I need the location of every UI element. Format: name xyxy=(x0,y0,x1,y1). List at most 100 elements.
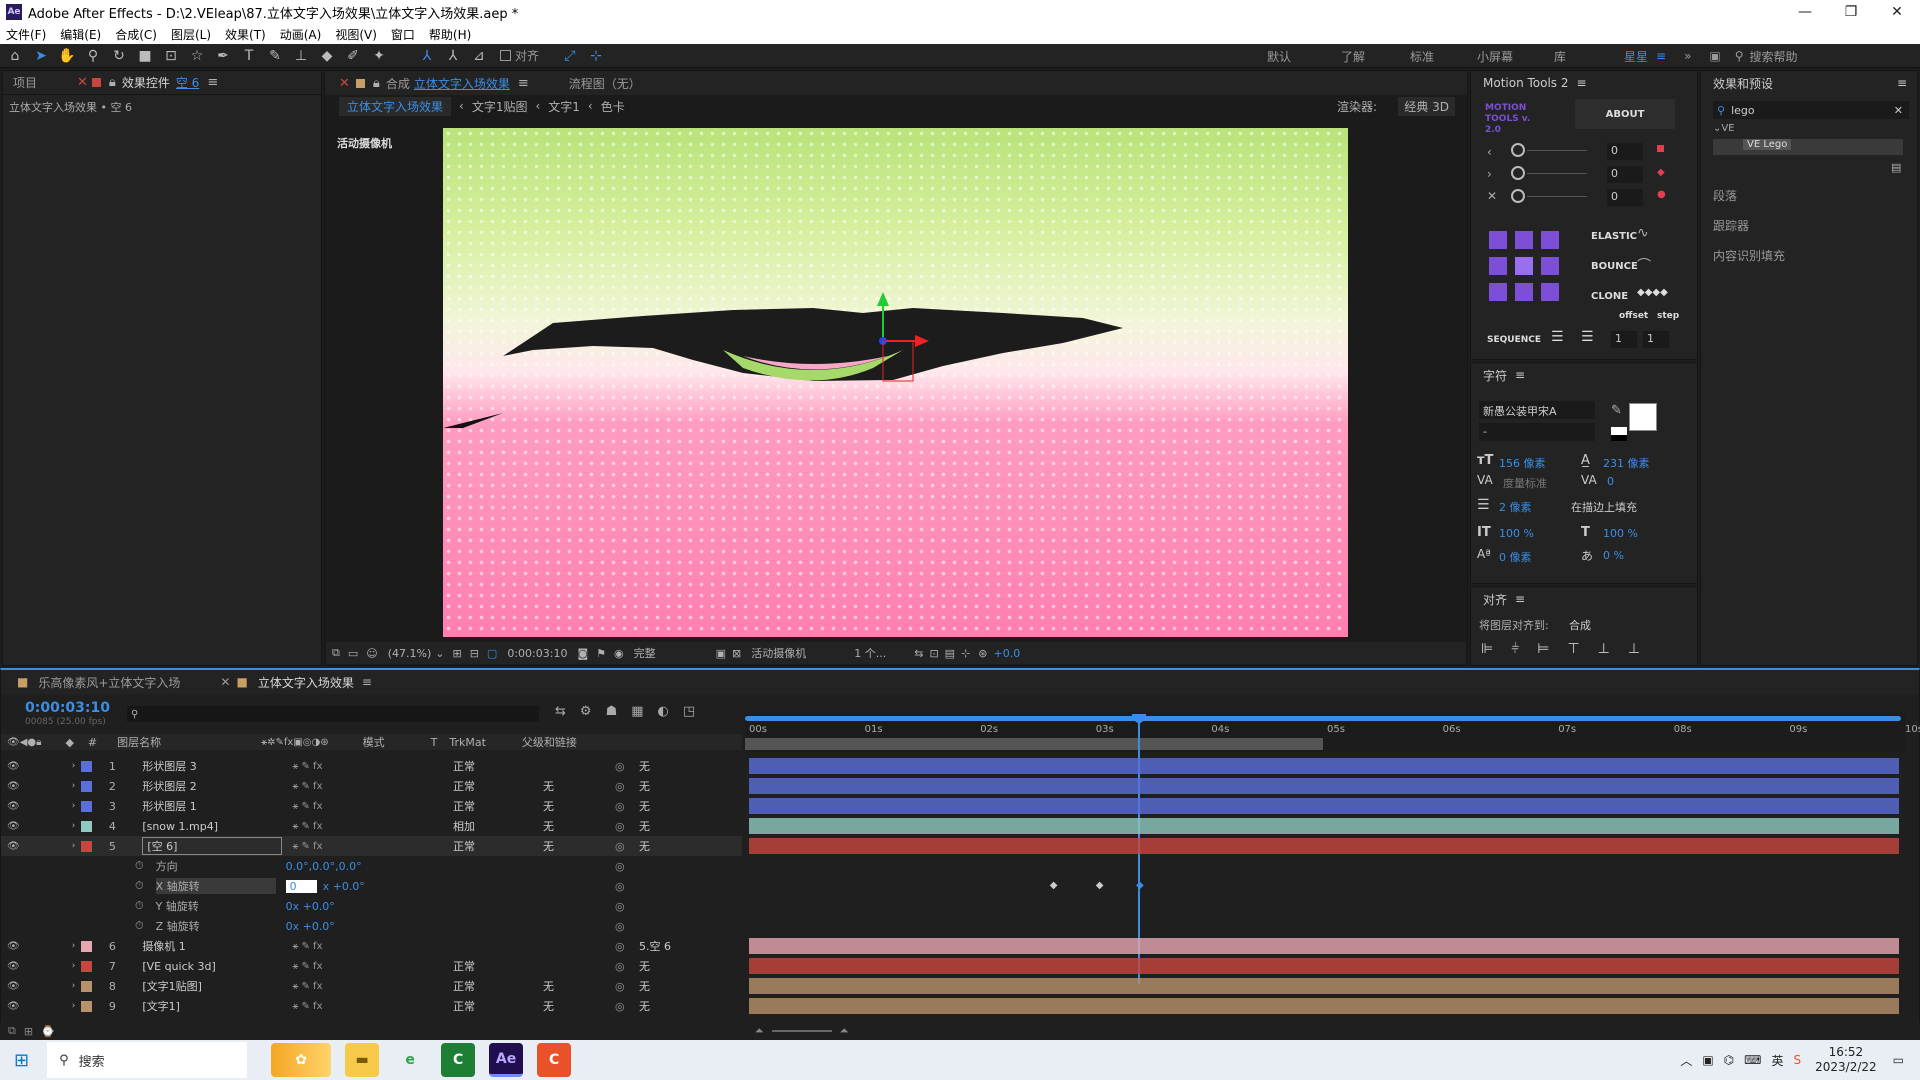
exposure-value[interactable]: +0.0 xyxy=(994,647,1021,660)
pickwhip-icon[interactable]: ◎ xyxy=(615,760,625,773)
about-button[interactable]: ABOUT xyxy=(1575,99,1675,129)
visibility-eye-icon[interactable]: 👁︎ xyxy=(7,821,20,832)
parent-select[interactable]: 无 xyxy=(639,798,650,814)
anchor-cell[interactable] xyxy=(1541,257,1559,275)
stopwatch-icon[interactable]: ⏱ xyxy=(135,859,144,873)
layer-switches[interactable]: ⚹ ✎ fx xyxy=(292,981,322,992)
frame-blending-icon[interactable]: ▦ xyxy=(631,704,643,719)
grid-icon[interactable]: ⊟ xyxy=(470,647,479,660)
align-to-select[interactable]: 合成 xyxy=(1569,617,1591,633)
renderer-select[interactable]: 经典 3D xyxy=(1398,96,1455,116)
crumb-text-map[interactable]: 文字1贴图 xyxy=(472,98,528,115)
workspace-default[interactable]: 默认 xyxy=(1238,48,1320,65)
anchor-cell[interactable] xyxy=(1515,257,1533,275)
panel-menu-icon[interactable]: ≡ xyxy=(1577,76,1587,90)
clear-search-icon[interactable]: ✕ xyxy=(1894,104,1903,117)
property-value[interactable]: 0 xyxy=(285,879,317,893)
close-tab-icon[interactable]: ✕ xyxy=(220,675,230,689)
visibility-eye-icon[interactable]: 👁︎ xyxy=(7,961,20,972)
eraser-tool-icon[interactable]: ◆ xyxy=(316,45,338,67)
track-matte-select[interactable]: 无 xyxy=(543,778,554,794)
property-value[interactable]: 0x +0.0° xyxy=(286,900,335,913)
puppet-tool-icon[interactable]: ✦ xyxy=(368,45,390,67)
parent-select[interactable]: 无 xyxy=(639,778,650,794)
visibility-eye-icon[interactable]: 👁︎ xyxy=(7,941,20,952)
search-help-input[interactable]: 搜索帮助 xyxy=(1750,48,1798,65)
crumb-swatch[interactable]: 色卡 xyxy=(601,98,625,115)
camera-tool-icon[interactable]: ■ xyxy=(134,45,156,67)
blend-mode-select[interactable]: 正常 xyxy=(453,758,475,774)
expand-arrow-icon[interactable]: › xyxy=(72,821,76,831)
browser-icon[interactable]: e xyxy=(393,1043,427,1077)
lock-icon[interactable]: 🔒︎ xyxy=(373,76,380,91)
parent-select[interactable]: 无 xyxy=(639,818,650,834)
property-row[interactable]: ⏱ Y 轴旋转 0x +0.0° ◎ xyxy=(1,896,742,916)
layer-name[interactable]: [VE quick 3d] xyxy=(142,960,282,973)
flowchart-icon[interactable]: ⊹ xyxy=(961,647,970,660)
menu-effect[interactable]: 效果(T) xyxy=(225,26,266,43)
font-style-select[interactable]: - xyxy=(1479,423,1595,441)
layer-name[interactable]: [空 6] xyxy=(142,837,283,855)
kerning-value[interactable]: 度量标准 xyxy=(1503,475,1547,491)
shy-layers-icon[interactable]: ☗ xyxy=(606,704,618,719)
tray-ime-label[interactable]: 英 xyxy=(1771,1052,1783,1069)
toggle-switches-icon[interactable]: ⧉ xyxy=(8,1024,16,1038)
layer-switches[interactable]: ⚹ ✎ fx xyxy=(292,801,322,812)
workspace-learn[interactable]: 了解 xyxy=(1320,48,1386,65)
pickwhip-icon[interactable]: ◎ xyxy=(615,860,625,873)
timeline-tab-main[interactable]: 立体文字入场效果 xyxy=(258,674,354,691)
clock-time[interactable]: 16:52 xyxy=(1815,1045,1877,1060)
elastic-button[interactable]: ELASTIC xyxy=(1591,231,1637,242)
time-navigator[interactable] xyxy=(745,716,1901,721)
layer-name[interactable]: [文字1] xyxy=(142,998,282,1014)
sequence-step-input[interactable]: 1 xyxy=(1643,331,1669,348)
search-help-icon[interactable]: ⚲ xyxy=(1735,49,1744,63)
pen-tool-icon[interactable]: ✒ xyxy=(212,45,234,67)
property-value[interactable]: 0.0°,0.0°,0.0° xyxy=(286,860,362,873)
snapshot-icon[interactable]: ◙ xyxy=(577,647,588,660)
sequence-offset-input[interactable]: 1 xyxy=(1611,331,1637,348)
pickwhip-icon[interactable]: ◎ xyxy=(615,920,625,933)
new-preset-icon[interactable]: ▤ xyxy=(1891,161,1901,174)
parent-select[interactable]: 无 xyxy=(639,758,650,774)
anchor-cell[interactable] xyxy=(1515,283,1533,301)
layer-label-color[interactable] xyxy=(81,960,93,972)
layer-switches[interactable]: ⚹ ✎ fx xyxy=(292,821,322,832)
blend-mode-select[interactable]: 正常 xyxy=(453,838,475,854)
parent-select[interactable]: 5.空 6 xyxy=(639,938,671,954)
views-select[interactable]: 1 个... xyxy=(854,645,886,661)
anchor-cell[interactable] xyxy=(1489,231,1507,249)
layer-duration-bar[interactable] xyxy=(749,778,1899,794)
graph-editor-icon[interactable]: ◳ xyxy=(683,704,695,719)
zoom-select[interactable]: (47.1%) xyxy=(388,647,432,660)
property-value-extra[interactable]: x +0.0° xyxy=(323,880,365,893)
visibility-eye-icon[interactable]: 👁︎ xyxy=(7,761,20,772)
chart-icon[interactable]: ▤ xyxy=(945,647,955,660)
shape-tool-icon[interactable]: ☆ xyxy=(186,45,208,67)
keyframe-red-icon[interactable] xyxy=(1657,145,1664,152)
layer-switches[interactable]: ⚹ ✎ fx xyxy=(292,761,322,772)
toggle-modes-icon[interactable]: ⊞ xyxy=(24,1025,33,1038)
track-matte-select[interactable]: 无 xyxy=(543,838,554,854)
layer-duration-bar[interactable] xyxy=(749,998,1899,1014)
layer-switches[interactable]: ⚹ ✎ fx xyxy=(292,1001,322,1012)
blend-mode-select[interactable]: 相加 xyxy=(453,818,475,834)
panel-menu-icon[interactable]: ≡ xyxy=(1515,592,1525,606)
layer-row[interactable]: 👁︎ › 7 [VE quick 3d] ⚹ ✎ fx 正常 ◎ 无 xyxy=(1,956,742,976)
layer-label-color[interactable] xyxy=(81,800,93,812)
timeline-zoom-slider[interactable] xyxy=(771,1030,832,1032)
tracking-value[interactable]: 0 xyxy=(1607,475,1614,488)
layer-label-color[interactable] xyxy=(81,760,93,772)
always-preview-icon[interactable]: ⧉ xyxy=(332,646,340,660)
channel-icon[interactable]: ◉ xyxy=(614,647,624,660)
panel-menu-icon[interactable]: ≡ xyxy=(362,675,372,689)
local-axis-icon[interactable]: ⅄ xyxy=(416,45,438,67)
comp-mini-flowchart-icon[interactable]: ⇆ xyxy=(555,704,566,719)
maximize-button[interactable]: ❐ xyxy=(1828,0,1874,24)
timeline-timecode[interactable]: 0:00:03:10 xyxy=(25,700,110,716)
blend-mode-select[interactable]: 正常 xyxy=(453,778,475,794)
fit-icon[interactable]: ⊞ xyxy=(452,647,461,660)
align-left-icon[interactable]: ⊫ xyxy=(1481,641,1493,657)
recorder-icon[interactable]: C xyxy=(537,1043,572,1077)
camtasia-icon[interactable]: C xyxy=(441,1043,476,1077)
